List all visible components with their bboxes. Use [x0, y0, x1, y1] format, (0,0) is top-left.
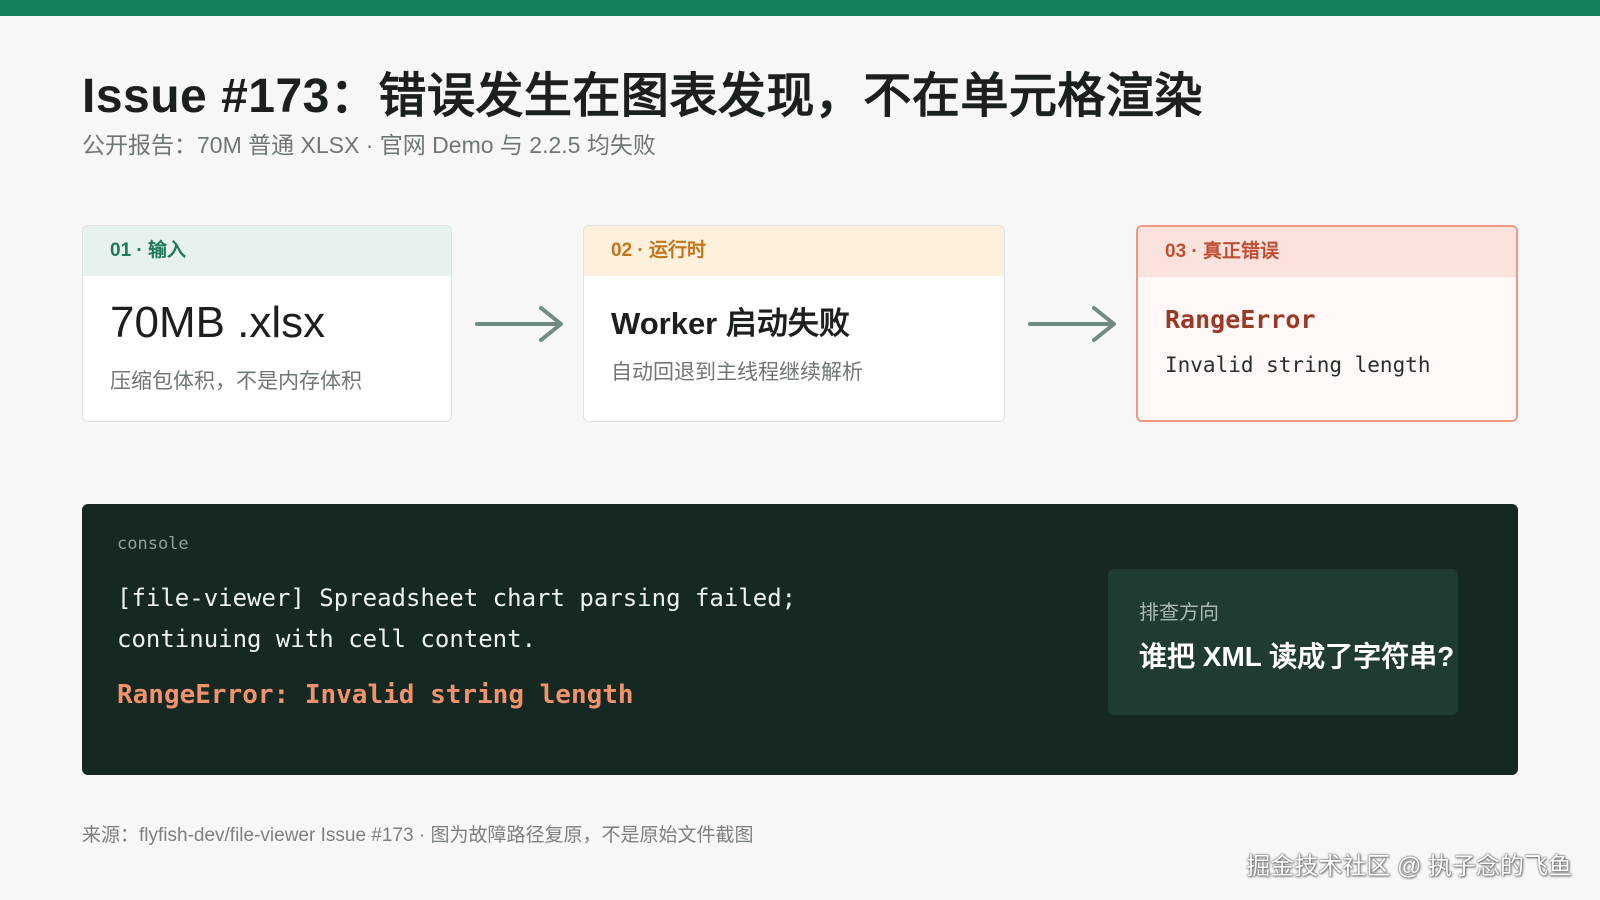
step-card-main: RangeError	[1165, 305, 1316, 334]
watermark: 掘金技术社区 @ 执子念的飞鱼	[1246, 853, 1572, 880]
right-arrow-icon	[475, 306, 563, 342]
step-card-main: 70MB .xlsx	[110, 298, 326, 347]
step-card-sub: Invalid string length	[1165, 353, 1431, 377]
console-log-line: [file-viewer] Spreadsheet chart parsing …	[117, 584, 797, 612]
console-error-line: RangeError: Invalid string length	[117, 680, 634, 710]
step-card-sub: 自动回退到主线程继续解析	[611, 361, 863, 384]
investigation-hint-box: 排查方向 谁把 XML 读成了字符串?	[1108, 569, 1458, 715]
step-card-runtime: 02 · 运行时 Worker 启动失败 自动回退到主线程继续解析	[583, 225, 1005, 422]
top-accent-bar	[0, 0, 1600, 16]
page-title: Issue #173：错误发生在图表发现，不在单元格渲染	[82, 70, 1203, 123]
hint-label: 排查方向	[1139, 602, 1219, 624]
step-card-label: 03 · 真正错误	[1138, 227, 1516, 277]
step-card-label: 02 · 运行时	[584, 226, 1004, 276]
console-log-line: continuing with cell content.	[117, 625, 537, 653]
step-card-sub: 压缩包体积，不是内存体积	[110, 370, 362, 393]
console-panel: console [file-viewer] Spreadsheet chart …	[82, 504, 1518, 775]
step-card-input: 01 · 输入 70MB .xlsx 压缩包体积，不是内存体积	[82, 225, 452, 422]
page-subtitle: 公开报告：70M 普通 XLSX · 官网 Demo 与 2.2.5 均失败	[82, 132, 656, 158]
source-footnote: 来源：flyfish-dev/file-viewer Issue #173 · …	[82, 825, 754, 846]
right-arrow-icon	[1028, 306, 1116, 342]
hint-text: 谁把 XML 读成了字符串?	[1139, 641, 1455, 672]
console-label: console	[117, 534, 189, 554]
step-card-label: 01 · 输入	[83, 226, 451, 276]
step-card-error: 03 · 真正错误 RangeError Invalid string leng…	[1136, 225, 1518, 422]
step-card-main: Worker 启动失败	[611, 306, 850, 341]
